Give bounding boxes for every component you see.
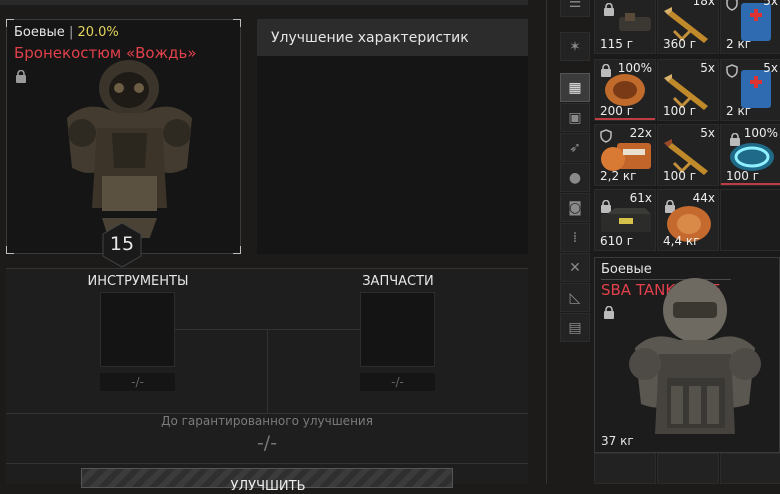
item-weight: 200 г: [600, 104, 634, 118]
item-weight: 360 г: [663, 37, 697, 51]
shield-icon: [726, 0, 738, 15]
item-quantity: 61x: [629, 191, 652, 205]
inventory-cell[interactable]: 44x 4,4 кг: [657, 189, 719, 251]
item-weight: 100 г: [726, 169, 760, 183]
artifact-icon: [605, 74, 645, 106]
detail-weight: 37 кг: [601, 434, 634, 448]
item-weight: 4,4 кг: [663, 234, 700, 248]
filter-box-icon[interactable]: ▤: [560, 313, 590, 342]
inventory-cell[interactable]: 5x 100 г: [657, 124, 719, 186]
armor-suit-image: [67, 60, 192, 238]
filter-ammo-icon[interactable]: ⁞: [560, 223, 590, 252]
inventory-filter-toolbar: ☰ ✶ ▦ ▣ ➶ ● ◙ ⁞ ✕ ◺ ▤: [560, 0, 590, 345]
dark-item-icon: [619, 13, 651, 31]
item-weight: 2 кг: [726, 37, 752, 51]
tools-label: ИНСТРУМЕНТЫ: [87, 274, 189, 289]
corner-br: [233, 246, 241, 254]
filter-grid-icon[interactable]: ▦: [560, 73, 590, 102]
filter-armor-icon[interactable]: ▣: [560, 103, 590, 132]
inventory-cell[interactable]: 115 г: [594, 0, 656, 54]
filter-star-icon[interactable]: ✶: [560, 32, 590, 61]
item-level: 15: [109, 233, 135, 255]
item-category: Боевые: [14, 25, 65, 40]
item-quantity: 22x: [629, 126, 652, 140]
inventory-cell[interactable]: 5x 2 кг: [720, 59, 780, 121]
guaranteed-label: До гарантированного улучшения: [161, 414, 373, 428]
upgrade-panel: Улучшение характеристик: [257, 19, 528, 254]
filter-container-icon[interactable]: ◙: [560, 193, 590, 222]
inventory-grid-bottom-row: [594, 453, 780, 484]
corner-tl: [6, 19, 14, 27]
parts-value: -/-: [360, 373, 435, 391]
upgrade-panel-title: Улучшение характеристик: [257, 19, 528, 56]
inventory-cell-empty[interactable]: [657, 453, 719, 484]
inventory-cell-empty[interactable]: [594, 453, 656, 484]
filter-artifact-icon[interactable]: ●: [560, 163, 590, 192]
selected-item-detail[interactable]: Боевые SBA TANK | +15 37 кг: [594, 257, 780, 453]
panel-divider: [546, 0, 547, 484]
item-quantity: 100%: [743, 126, 778, 140]
filter-weapon-icon[interactable]: ➶: [560, 133, 590, 162]
item-weight: 2 кг: [726, 104, 752, 118]
crate-icon: [601, 143, 651, 171]
filter-list-icon[interactable]: ☰: [560, 0, 590, 17]
parts-slot[interactable]: [360, 292, 435, 367]
item-category-line: Боевые | 20.0%: [14, 25, 119, 40]
item-level-badge: 15: [101, 222, 143, 268]
item-quantity: 100%: [617, 61, 652, 75]
item-quantity: 18x: [692, 0, 715, 8]
lock-icon: [15, 70, 27, 83]
item-quantity: 5x: [700, 126, 715, 140]
guaranteed-value: -/-: [256, 432, 278, 454]
item-card[interactable]: Боевые | 20.0% Бронекостюм «Вождь»: [6, 19, 241, 254]
inventory-cell[interactable]: 100% 200 г: [594, 59, 656, 121]
item-quantity: 44x: [692, 191, 715, 205]
tools-slot[interactable]: [100, 292, 175, 367]
tools-value: -/-: [100, 373, 175, 391]
durability-bar: [595, 118, 655, 120]
inventory-cell-empty[interactable]: [720, 189, 780, 251]
divider: [6, 268, 528, 269]
item-weight: 100 г: [663, 104, 697, 118]
item-quantity: 5x: [763, 0, 778, 8]
lock-icon: [603, 3, 615, 16]
inventory-cell-empty[interactable]: [720, 453, 780, 484]
upgrade-button-label: УЛУЧШИТЬ: [230, 479, 306, 494]
connector-line: [267, 329, 268, 413]
inventory-cell[interactable]: 22x 2,2 кг: [594, 124, 656, 186]
corner-tr: [233, 19, 241, 27]
item-durability: 20.0%: [77, 25, 119, 40]
item-separator: |: [68, 25, 74, 40]
item-weight: 115 г: [600, 37, 634, 51]
materials-panel: ИНСТРУМЕНТЫ -/- ЗАПЧАСТИ -/- До гарантир…: [6, 268, 528, 494]
item-quantity: 5x: [700, 61, 715, 75]
item-weight: 610 г: [600, 234, 634, 248]
parts-label: ЗАПЧАСТИ: [362, 274, 434, 289]
shield-icon: [726, 63, 738, 82]
filter-misc-icon[interactable]: ◺: [560, 283, 590, 312]
filter-tools-icon[interactable]: ✕: [560, 253, 590, 282]
divider: [6, 463, 528, 464]
item-weight: 100 г: [663, 169, 697, 183]
top-strip: [0, 0, 528, 5]
item-quantity: 5x: [763, 61, 778, 75]
item-weight: 2,2 кг: [600, 169, 637, 183]
inventory-cell[interactable]: 61x 610 г: [594, 189, 656, 251]
inventory-cell[interactable]: 18x 360 г: [657, 0, 719, 54]
tank-armor-image: [629, 278, 761, 434]
ammo-box-icon: [601, 208, 651, 232]
inventory-cell[interactable]: 5x 2 кг: [720, 0, 780, 54]
corner-bl: [6, 246, 14, 254]
lock-icon: [603, 306, 615, 319]
upgrade-button[interactable]: УЛУЧШИТЬ: [81, 468, 453, 494]
inventory-cell[interactable]: 100% 100 г: [720, 124, 780, 186]
inventory-cell[interactable]: 5x 100 г: [657, 59, 719, 121]
durability-bar: [721, 183, 780, 185]
